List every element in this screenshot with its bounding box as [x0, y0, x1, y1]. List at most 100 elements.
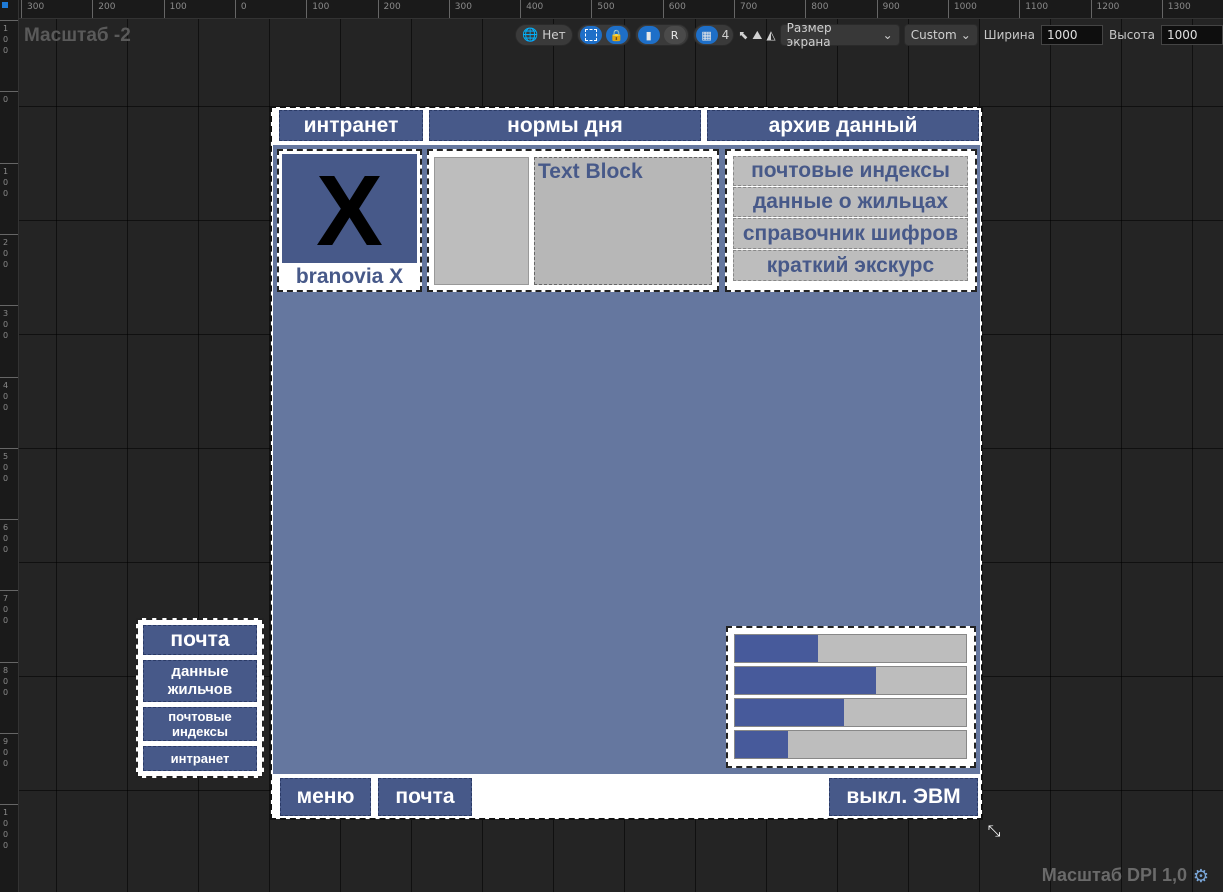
ruler-x-label: 0	[240, 2, 247, 12]
ruler-x-label: 200	[383, 2, 401, 12]
ruler-x-label: 1300	[1167, 2, 1191, 12]
ruler-y-label: 600	[3, 523, 9, 555]
ruler-x-label: 500	[597, 2, 615, 12]
link-short-tour[interactable]: краткий экскурс	[733, 250, 968, 281]
ruler-x-tick: 100	[306, 0, 329, 18]
ruler-y-tick: 0	[0, 91, 18, 163]
grid-snap-toggle[interactable]: ▦	[695, 26, 718, 44]
ruler-x-tick: 1300	[1161, 0, 1191, 18]
ruler-x-label: 400	[526, 2, 544, 12]
side-intranet-button[interactable]: интранет	[143, 746, 257, 771]
progress-bar-2	[734, 666, 967, 695]
height-label: Высота	[1109, 28, 1155, 42]
ruler-y-tick: 1000	[0, 804, 18, 876]
respect-lock-button[interactable]: R	[663, 26, 686, 44]
dashed-outline-toggle[interactable]	[579, 26, 602, 44]
logo-letter: X	[316, 155, 383, 267]
height-input[interactable]	[1161, 25, 1223, 45]
text-block-label: Text Block	[538, 160, 643, 183]
mirror-icon[interactable]: ◭	[766, 28, 775, 42]
lock-icon: 🔒	[609, 28, 624, 42]
ruler-y-tick: 700	[0, 590, 18, 662]
ruler-x-tick: 300	[448, 0, 472, 18]
ruler-x-tick: 0	[234, 0, 247, 18]
ruler-y-label: 400	[3, 380, 9, 412]
ruler-x-tick: 800	[805, 0, 828, 18]
chevron-down-icon: ⌄	[960, 28, 971, 42]
ruler-y-label: 300	[3, 309, 9, 341]
ruler-x-tick: 900	[876, 0, 900, 18]
vertical-ruler: 100 0 100 200 300 400 500 600 700 800 900 1000	[0, 0, 19, 892]
bottom-menu-button[interactable]: меню	[280, 778, 371, 816]
locate-toggle[interactable]: ▮	[637, 26, 660, 44]
progress-bar-4	[734, 730, 967, 759]
ruler-x-label: 1200	[1096, 2, 1120, 12]
width-label: Ширина	[983, 28, 1035, 42]
progress-fill-1	[735, 635, 819, 662]
ruler-x-label: 100	[169, 2, 187, 12]
lock-toggle[interactable]: 🔒	[605, 26, 628, 44]
ruler-corner	[0, 0, 18, 18]
width-input[interactable]	[1041, 25, 1103, 45]
nav-intranet-button[interactable]: интранет	[279, 110, 423, 141]
nav-data-archive-button[interactable]: архив данный	[707, 110, 979, 141]
progress-fill-4	[735, 731, 789, 758]
resize-handle-icon[interactable]: ⤡	[985, 822, 1003, 840]
localization-label: Нет	[542, 28, 566, 42]
ruler-x-label: 100	[312, 2, 330, 12]
layout-toggle-group: 🔒	[576, 24, 631, 46]
side-mail-button[interactable]: почта	[143, 625, 257, 655]
ruler-x-tick: 300	[21, 0, 44, 18]
ruler-x-label: 600	[668, 2, 686, 12]
size-preset-dropdown[interactable]: Custom ⌄	[903, 24, 978, 46]
link-residents-data[interactable]: данные о жильцах	[733, 187, 968, 217]
ruler-y-tick: 200	[0, 233, 18, 306]
ruler-x-label: 1100	[1025, 2, 1049, 12]
grid-icon: ▦	[701, 28, 712, 42]
ruler-y-tick: 900	[0, 733, 18, 805]
respect-lock-group: ▮ R	[634, 24, 689, 46]
screen-size-label: Размер экрана	[786, 21, 832, 49]
progress-fill-2	[735, 667, 876, 694]
ruler-y-tick: 100	[0, 20, 18, 92]
ruler-y-tick: 400	[0, 376, 18, 449]
horizontal-ruler: 300 200 100 0 100 200 300 400 500 600 700 800 900 100…	[0, 0, 1223, 19]
ruler-x-tick: 200	[92, 0, 115, 18]
side-residents-button[interactable]: данные жильчов	[143, 660, 257, 702]
ruler-y-label: 100	[3, 24, 9, 55]
ruler-x-tick: 600	[662, 0, 686, 18]
ruler-x-label: 300	[27, 2, 45, 12]
progress-bar-3	[734, 698, 967, 727]
ruler-y-tick: 300	[0, 305, 18, 377]
image-preview-icon[interactable]: ⛰	[752, 28, 762, 43]
screen-size-dropdown[interactable]: Размер экрана ⌄	[779, 21, 900, 49]
progress-fill-3	[735, 699, 844, 726]
gear-icon[interactable]: ⚙	[1191, 867, 1211, 887]
shutdown-button[interactable]: выкл. ЭВМ	[829, 778, 978, 816]
cursor-icon[interactable]: ⬉	[738, 28, 748, 42]
zoom-level-label: Масштаб -2	[24, 25, 131, 46]
chevron-down-icon: ⌄	[882, 28, 893, 42]
ruler-x-tick: 400	[520, 0, 543, 18]
dashed-box-icon	[584, 29, 597, 41]
side-postal-codes-button[interactable]: почтовые индексы	[143, 707, 257, 741]
ruler-y-label: 1000	[3, 808, 9, 851]
bottom-mail-button[interactable]: почта	[378, 778, 472, 816]
link-postal-codes[interactable]: почтовые индексы	[733, 156, 968, 186]
grid-snap-value[interactable]: 4	[722, 28, 730, 42]
ruler-x-tick: 200	[377, 0, 401, 18]
ruler-y-tick: 800	[0, 661, 18, 734]
ruler-x-tick: 500	[591, 0, 615, 18]
logo-caption: branovia X	[295, 265, 404, 288]
ruler-x-tick: 1200	[1090, 0, 1119, 18]
image-placeholder	[434, 157, 529, 285]
link-cipher-reference[interactable]: справочник шифров	[733, 218, 968, 249]
nav-daily-norms-button[interactable]: нормы дня	[429, 110, 701, 141]
localization-preview-button[interactable]: 🌐 Нет	[515, 24, 573, 46]
ruler-x-tick: 1000	[947, 0, 977, 18]
ruler-y-label: 900	[3, 737, 9, 768]
ruler-x-tick: 700	[734, 0, 757, 18]
ruler-y-label: 200	[3, 237, 9, 269]
grid-snap-group: ▦ 4	[692, 24, 735, 46]
ruler-x-tick: 1100	[1019, 0, 1048, 18]
